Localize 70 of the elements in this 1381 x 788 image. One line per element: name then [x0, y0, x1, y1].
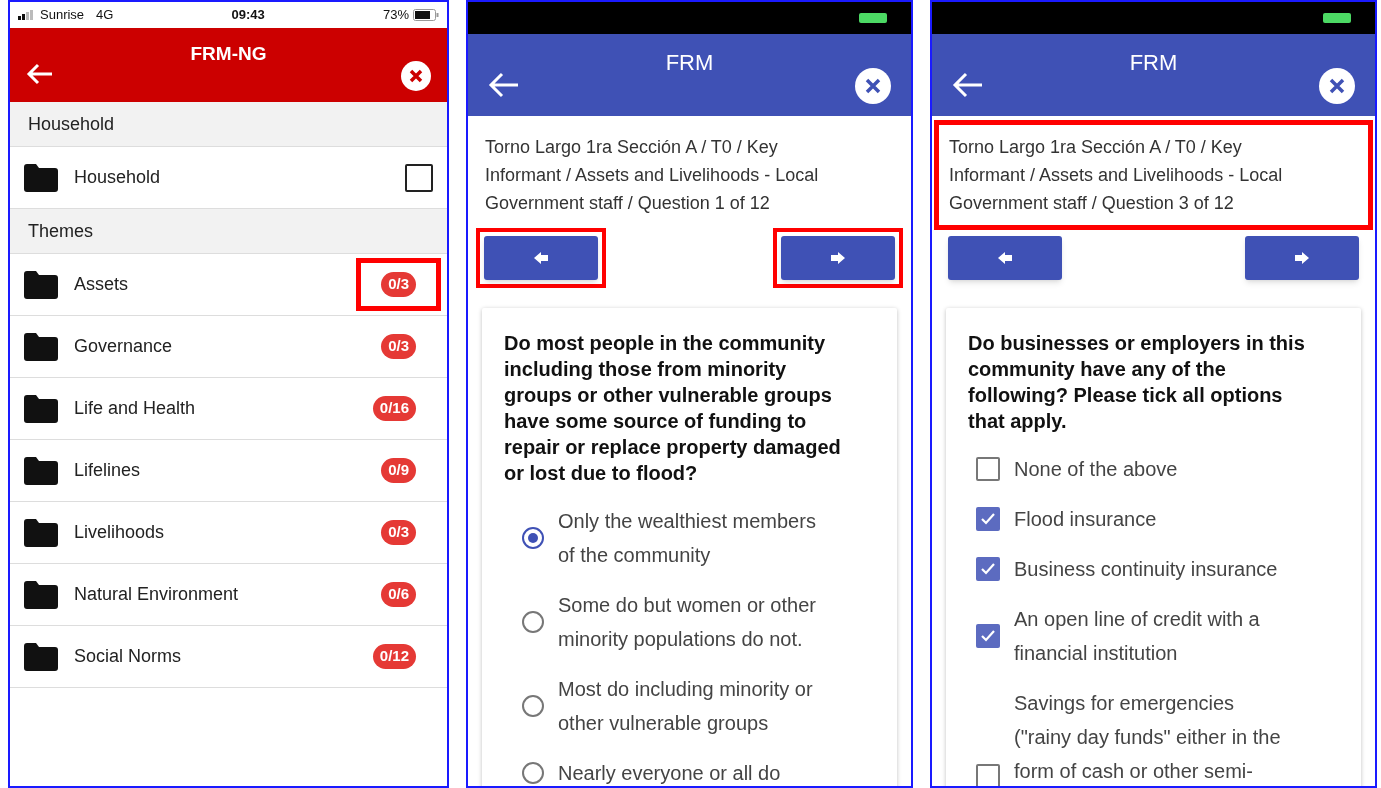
option-label: Nearly everyone or all do — [558, 761, 781, 786]
clock-time: 09:43 — [231, 6, 265, 25]
folder-icon — [24, 163, 58, 192]
battery-icon — [413, 9, 439, 21]
close-button[interactable] — [401, 61, 431, 91]
arrow-left-icon — [952, 72, 984, 98]
option-label: Some do but women or other minority populations do not. — [558, 593, 817, 652]
radio-button[interactable] — [522, 611, 544, 633]
option-label: Business continuity insurance — [1014, 557, 1278, 582]
question-text: Do businesses or employers in this community have any of the following? Please tick all options that apply. — [968, 331, 1306, 434]
check-icon — [980, 561, 996, 577]
folder-icon — [24, 580, 58, 609]
option-label: None of the above — [1014, 457, 1178, 482]
option-label: Most do including minority or other vulnerable groups — [558, 677, 814, 736]
option-label: An open line of credit with a financial institution — [1014, 607, 1261, 666]
option-label: Savings for emergencies ("rainy day funds" either in the form of cash or other semi- — [1014, 691, 1282, 784]
battery-percent: 73% — [382, 6, 409, 25]
checkbox[interactable] — [976, 457, 1000, 481]
progress-count: 0/16 — [372, 396, 416, 421]
checkbox[interactable] — [976, 557, 1000, 581]
network-type: 4G — [96, 6, 114, 25]
signal-icon — [18, 10, 36, 20]
option-label: Flood insurance — [1014, 507, 1157, 532]
battery-icon — [1323, 13, 1351, 23]
check-icon — [980, 628, 996, 644]
progress-count: 0/12 — [372, 644, 416, 669]
breadcrumb-path: Torno Largo 1ra Sección A / T0 / Key Informant / Assets and Livelihoods - Local Government staff / Question 1 of 12 — [485, 136, 820, 215]
arrow-right-icon — [830, 251, 846, 265]
progress-count: 0/3 — [381, 520, 416, 545]
progress-count: 0/6 — [381, 582, 416, 607]
header-title: FRM-NG — [190, 42, 267, 66]
section-header: Household — [10, 102, 447, 147]
checkbox[interactable] — [976, 507, 1000, 531]
check-icon — [980, 511, 996, 527]
back-button[interactable] — [488, 72, 520, 98]
carrier-name: Sunrise — [40, 6, 85, 25]
arrow-left-icon — [488, 72, 520, 98]
folder-icon — [24, 456, 58, 485]
close-icon — [865, 78, 881, 94]
section-header: Themes — [10, 209, 447, 254]
question-text: Do most people in the community including those from minority groups or other vulnerable groups have some source of funding to repair or replace property damaged or lost due to flood? — [504, 331, 842, 486]
folder-icon — [24, 394, 58, 423]
back-button[interactable] — [952, 72, 984, 98]
header-title: FRM — [665, 49, 714, 77]
checkbox[interactable] — [976, 764, 1000, 786]
folder-icon — [24, 642, 58, 671]
close-button[interactable] — [855, 68, 891, 104]
back-button[interactable] — [26, 62, 54, 86]
radio-button[interactable] — [522, 527, 544, 549]
arrow-left-icon — [533, 251, 549, 265]
header-title: FRM — [1129, 49, 1178, 77]
progress-count: 0/9 — [381, 458, 416, 483]
close-icon — [409, 69, 423, 83]
breadcrumb-path: Torno Largo 1ra Sección A / T0 / Key Informant / Assets and Livelihoods - Local Government staff / Question 3 of 12 — [949, 136, 1284, 215]
folder-icon — [24, 332, 58, 361]
progress-count: 0/3 — [381, 334, 416, 359]
close-icon — [1329, 78, 1345, 94]
battery-icon — [859, 13, 887, 23]
arrow-left-icon — [997, 251, 1013, 265]
progress-count: 0/3 — [381, 272, 416, 297]
arrow-left-icon — [26, 62, 54, 86]
checkbox[interactable] — [976, 624, 1000, 648]
radio-button[interactable] — [522, 695, 544, 717]
folder-icon — [24, 270, 58, 299]
folder-icon — [24, 518, 58, 547]
radio-button[interactable] — [522, 762, 544, 784]
option-label: Only the wealthiest members of the community — [558, 509, 817, 568]
arrow-right-icon — [1294, 251, 1310, 265]
checkbox[interactable] — [405, 163, 433, 192]
close-button[interactable] — [1319, 68, 1355, 104]
